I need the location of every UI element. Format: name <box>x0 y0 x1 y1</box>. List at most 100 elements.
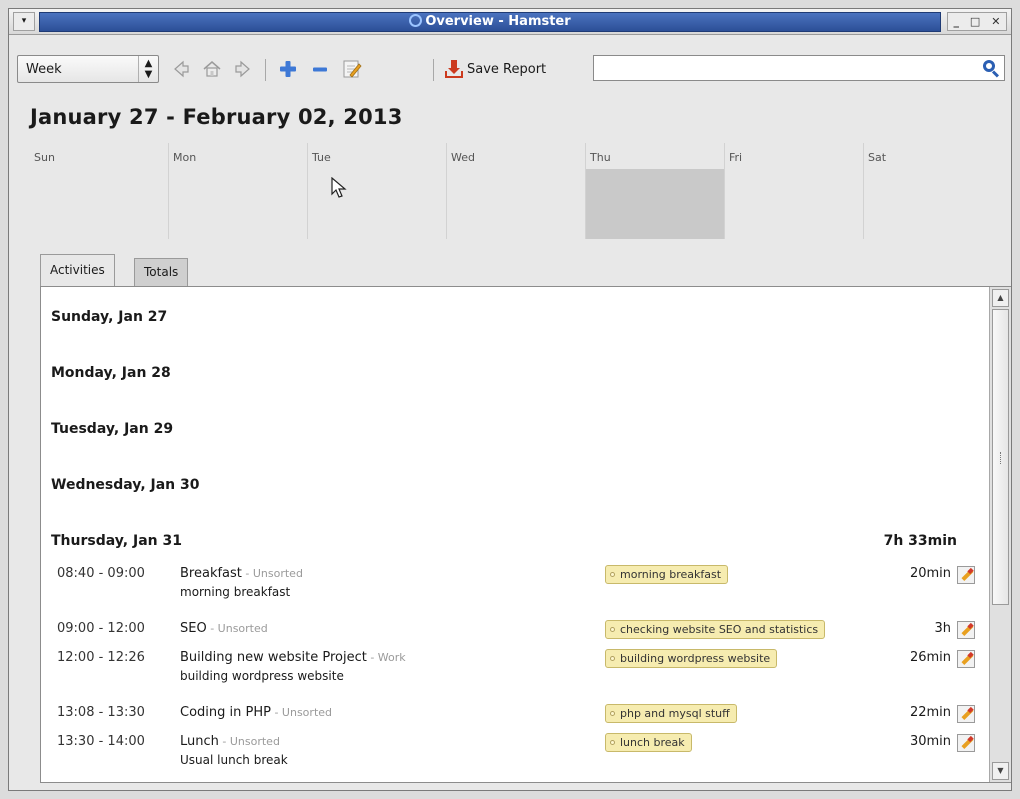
edit-entry-button[interactable] <box>957 566 975 584</box>
activity-tag[interactable]: building wordpress website <box>605 649 778 668</box>
day-column-sat[interactable]: Sat <box>864 143 1003 239</box>
close-button[interactable]: ✕ <box>991 15 1000 28</box>
day-column-tue[interactable]: Tue <box>308 143 447 239</box>
activity-name: Lunch - Unsorted <box>180 734 280 749</box>
window-title-bar[interactable]: Overview - Hamster <box>39 12 941 32</box>
home-icon <box>203 61 221 77</box>
activity-time: 13:30 - 14:00 <box>57 734 145 749</box>
range-spinner[interactable]: ▲ ▼ <box>138 56 158 82</box>
week-strip: Sun Mon Tue Wed Thu Fri Sat <box>30 143 1003 239</box>
day-heading: Monday, Jan 28 <box>51 365 171 381</box>
tab-activities[interactable]: Activities <box>40 254 115 286</box>
weekday-label: Sun <box>34 151 55 164</box>
activity-name: Building new website Project - Work <box>180 650 406 665</box>
activity-time: 12:00 - 12:26 <box>57 650 145 665</box>
activity-row[interactable]: 12:00 - 12:26 Building new website Proje… <box>41 646 981 686</box>
edit-icon <box>343 60 362 78</box>
home-button[interactable] <box>199 55 225 83</box>
edit-entry-button[interactable] <box>957 650 975 668</box>
activity-row[interactable]: 13:30 - 14:00 Lunch - Unsorted Usual lun… <box>41 730 981 770</box>
maximize-button[interactable]: □ <box>970 15 980 28</box>
activity-tag[interactable]: morning breakfast <box>605 565 729 584</box>
activity-category: - Unsorted <box>206 622 268 635</box>
activity-row[interactable]: 08:40 - 09:00 Breakfast - Unsorted morni… <box>41 562 981 602</box>
day-total: 7h 33min <box>883 533 957 549</box>
edit-activity-button[interactable] <box>339 55 365 83</box>
activity-time: 13:08 - 13:30 <box>57 705 145 720</box>
day-column-sun[interactable]: Sun <box>30 143 169 239</box>
minimize-button[interactable]: _ <box>953 15 959 28</box>
day-heading: Wednesday, Jan 30 <box>51 477 200 493</box>
scroll-up-icon[interactable]: ▲ <box>992 289 1009 307</box>
window-menu-button[interactable]: ▾ <box>13 12 35 31</box>
tag-icon <box>610 711 615 716</box>
title-bar: ▾ Overview - Hamster _ □ ✕ <box>9 9 1011 35</box>
window-controls: _ □ ✕ <box>947 12 1007 31</box>
day-column-fri[interactable]: Fri <box>725 143 864 239</box>
next-button[interactable] <box>231 55 257 83</box>
activity-description: Usual lunch break <box>180 753 288 767</box>
activity-name: SEO - Unsorted <box>180 621 268 636</box>
spin-down-icon[interactable]: ▼ <box>139 69 158 80</box>
save-report-button[interactable]: Save Report <box>445 55 546 83</box>
add-activity-button[interactable] <box>275 55 301 83</box>
weekday-label: Fri <box>729 151 743 164</box>
window-title: Overview - Hamster <box>425 14 571 29</box>
remove-activity-button[interactable] <box>307 55 333 83</box>
save-report-label: Save Report <box>467 61 547 77</box>
tag-icon <box>610 572 615 577</box>
activity-category: - Unsorted <box>241 567 303 580</box>
mouse-pointer-icon <box>331 177 347 198</box>
weekday-label: Tue <box>312 151 331 164</box>
activity-duration: 26min <box>909 650 951 665</box>
activity-tag[interactable]: lunch break <box>605 733 692 752</box>
tab-totals[interactable]: Totals <box>134 258 189 286</box>
activity-description: building wordpress website <box>180 669 344 683</box>
search-input[interactable] <box>593 55 1005 81</box>
day-column-thu[interactable]: Thu <box>586 143 725 239</box>
activity-name: Breakfast - Unsorted <box>180 566 303 581</box>
weekday-label: Thu <box>590 151 611 164</box>
day-heading: Tuesday, Jan 29 <box>51 421 174 437</box>
edit-entry-button[interactable] <box>957 621 975 639</box>
previous-button[interactable] <box>167 55 193 83</box>
date-range-title: January 27 - February 02, 2013 <box>30 105 403 129</box>
activity-category: - Work <box>366 651 406 664</box>
toolbar-separator <box>265 59 266 81</box>
day-heading: Thursday, Jan 31 <box>51 533 182 549</box>
activity-description: morning breakfast <box>180 585 291 599</box>
grip-icon <box>1000 452 1002 464</box>
activity-category: - Unsorted <box>270 706 333 719</box>
weekday-label: Sat <box>868 151 887 164</box>
activity-time: 08:40 - 09:00 <box>57 566 145 581</box>
hamster-overview-window: ▾ Overview - Hamster _ □ ✕ Week ▲ ▼ Save… <box>8 8 1012 791</box>
toolbar-separator <box>433 59 434 81</box>
weekday-label: Mon <box>173 151 197 164</box>
day-column-mon[interactable]: Mon <box>169 143 308 239</box>
tag-icon <box>610 740 615 745</box>
activity-duration: 20min <box>909 566 951 581</box>
day-column-wed[interactable]: Wed <box>447 143 586 239</box>
save-report-icon <box>445 60 463 78</box>
previous-arrow-icon <box>174 60 189 78</box>
activity-tag[interactable]: php and mysql stuff <box>605 704 737 723</box>
activity-duration: 22min <box>909 705 951 720</box>
activity-duration: 3h <box>934 621 951 636</box>
activity-name: Coding in PHP - Unsorted <box>180 705 333 720</box>
edit-entry-button[interactable] <box>957 734 975 752</box>
day-activity-fill <box>586 169 724 239</box>
range-selector[interactable]: Week ▲ ▼ <box>17 55 159 83</box>
add-icon <box>280 61 296 77</box>
activity-category: - Unsorted <box>218 735 280 748</box>
weekday-label: Wed <box>451 151 475 164</box>
activity-tag[interactable]: checking website SEO and statistics <box>605 620 826 639</box>
remove-icon <box>313 67 327 72</box>
scroll-down-icon[interactable]: ▼ <box>992 762 1009 780</box>
spin-up-icon[interactable]: ▲ <box>139 58 158 69</box>
vertical-scrollbar[interactable]: ▲ ▼ <box>989 287 1011 782</box>
scroll-thumb[interactable] <box>992 309 1009 605</box>
toolbar: Week ▲ ▼ Save Report <box>9 45 1011 89</box>
range-selector-value: Week <box>26 62 62 77</box>
window-menu-icon: ▾ <box>21 16 27 26</box>
edit-entry-button[interactable] <box>957 705 975 723</box>
